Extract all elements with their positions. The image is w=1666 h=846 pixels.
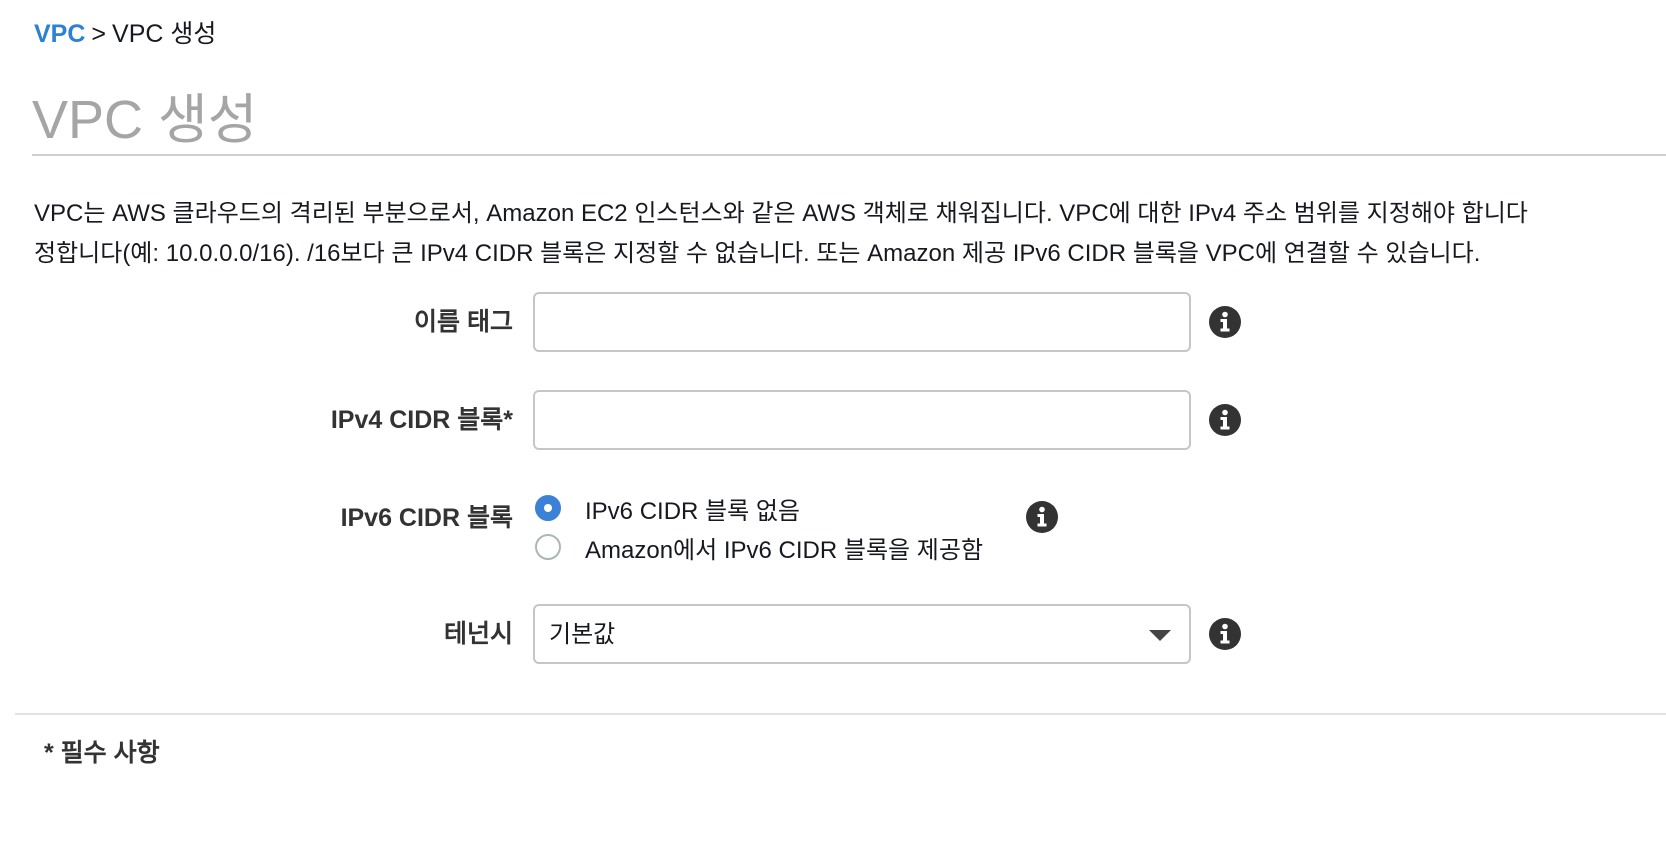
- ipv6-option-none[interactable]: IPv6 CIDR 블록 없음: [535, 491, 800, 525]
- ipv4-cidr-label: IPv4 CIDR 블록*: [330, 406, 513, 434]
- ipv6-amazon-label: Amazon에서 IPv6 CIDR 블록을 제공함: [585, 536, 984, 564]
- tenancy-label: 테넌시: [443, 620, 513, 648]
- breadcrumb-separator: >: [91, 20, 107, 48]
- footer-divider: [15, 713, 1666, 715]
- page-description: VPC는 AWS 클라우드의 격리된 부분으로서, Amazon EC2 인스턴…: [34, 194, 1666, 274]
- title-divider: [32, 154, 1666, 156]
- page-title: VPC 생성: [32, 90, 258, 150]
- ipv4-cidr-info-icon[interactable]: [1209, 404, 1241, 436]
- ipv4-cidr-input[interactable]: [533, 390, 1191, 450]
- ipv6-cidr-info-icon[interactable]: [1026, 501, 1058, 533]
- description-line-2: 정합니다(예: 10.0.0.0/16). /16보다 큰 IPv4 CIDR …: [34, 240, 1481, 267]
- breadcrumb-current: VPC 생성: [112, 20, 217, 48]
- tenancy-select[interactable]: 기본값: [533, 604, 1191, 664]
- name-tag-info-icon[interactable]: [1209, 306, 1241, 338]
- ipv6-option-amazon[interactable]: Amazon에서 IPv6 CIDR 블록을 제공함: [535, 530, 983, 564]
- ipv6-amazon-radio[interactable]: [535, 534, 561, 560]
- breadcrumb: VPC > VPC 생성: [34, 14, 216, 54]
- chevron-down-icon: [1149, 630, 1171, 641]
- ipv6-none-label: IPv6 CIDR 블록 없음: [585, 497, 801, 525]
- description-line-1: VPC는 AWS 클라우드의 격리된 부분으로서, Amazon EC2 인스턴…: [34, 200, 1528, 227]
- tenancy-selected-value: 기본값: [549, 621, 616, 648]
- name-tag-label: 이름 태그: [414, 308, 513, 336]
- name-tag-input[interactable]: [533, 292, 1191, 352]
- breadcrumb-link-vpc[interactable]: VPC: [34, 20, 85, 48]
- ipv6-cidr-label: IPv6 CIDR 블록: [340, 504, 513, 532]
- required-note: * 필수 사항: [44, 739, 160, 767]
- ipv6-none-radio[interactable]: [535, 495, 561, 521]
- tenancy-info-icon[interactable]: [1209, 618, 1241, 650]
